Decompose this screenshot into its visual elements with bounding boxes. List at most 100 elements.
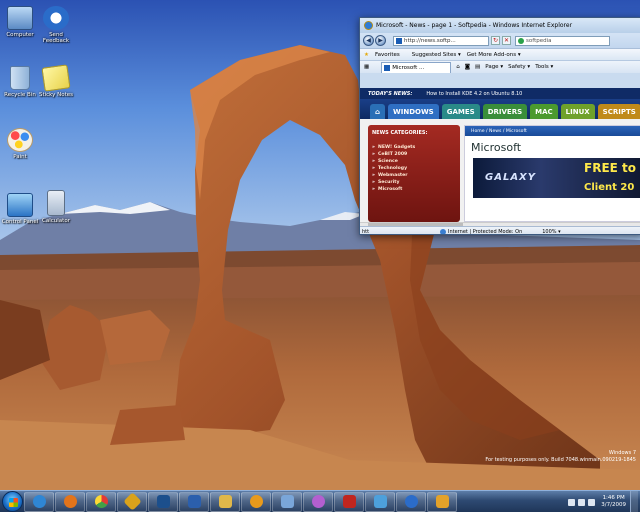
- feedback-icon: [43, 6, 69, 30]
- taskbar-button[interactable]: [179, 491, 209, 512]
- tab-scripts[interactable]: SCRIPTS: [597, 104, 640, 119]
- category-link[interactable]: Webmaster: [372, 172, 456, 179]
- windows-logo-icon: [9, 498, 18, 507]
- categories-title: NEWS CATEGORIES:: [372, 130, 428, 136]
- word-icon: [187, 495, 201, 508]
- address-bar[interactable]: http://news.softp...: [393, 35, 489, 46]
- desktop-icon-sticky-notes[interactable]: Sticky Notes: [36, 64, 76, 98]
- zoom-level[interactable]: 100% ▾: [542, 229, 560, 235]
- advertisement-banner[interactable]: GALAXY FREE to Client 20: [473, 158, 640, 198]
- suggested-sites-button[interactable]: Suggested Sites ▾: [412, 52, 461, 58]
- favorites-label: Favorites: [374, 51, 400, 58]
- headline-link[interactable]: How to Install KDE 4.2 on Ubuntu 8.10: [426, 91, 522, 97]
- flag-icon[interactable]: [568, 498, 576, 506]
- taskbar-button[interactable]: [148, 491, 178, 512]
- volume-icon[interactable]: [588, 498, 596, 506]
- taskbar: 1:46 PM 3/7/2009: [0, 490, 640, 512]
- taskbar-button[interactable]: [303, 491, 333, 512]
- taskbar-button[interactable]: [427, 491, 457, 512]
- taskbar-button[interactable]: [272, 491, 302, 512]
- search-text: softpedia: [526, 37, 552, 44]
- desktop-icon-computer[interactable]: Computer: [0, 6, 40, 38]
- taskbar-button[interactable]: [334, 491, 364, 512]
- tab-home[interactable]: ⌂: [370, 104, 386, 119]
- winamp-icon: [122, 492, 142, 511]
- search-box[interactable]: softpedia: [515, 35, 610, 46]
- desktop-icon-send-feedback[interactable]: Send Feedback: [36, 6, 76, 44]
- category-link[interactable]: Science: [372, 158, 456, 165]
- taskbar-button[interactable]: [396, 491, 426, 512]
- network-icon[interactable]: [578, 498, 586, 506]
- calculator-icon: [47, 190, 65, 216]
- tab-linux[interactable]: LINUX: [560, 104, 595, 119]
- todays-news-label: TODAY'S NEWS:: [368, 90, 413, 97]
- ie-title-bar[interactable]: Microsoft - News - page 1 - Softpedia - …: [360, 18, 640, 33]
- category-link[interactable]: CeBIT 2009: [372, 151, 456, 158]
- watermark-edition: Windows 7: [608, 450, 636, 456]
- paint-icon: [7, 128, 33, 152]
- stop-icon[interactable]: ✕: [502, 36, 511, 45]
- site-navigation-tabs: ⌂ WINDOWS GAMES DRIVERS MAC LINUX SCRIPT…: [360, 99, 640, 119]
- taskbar-button[interactable]: [86, 491, 116, 512]
- windows-watermark: Windows 7 For testing purposes only. Bui…: [485, 450, 636, 464]
- web-page-content: TODAY'S NEWS: How to Install KDE 4.2 on …: [360, 88, 640, 222]
- address-text: http://news.softp...: [404, 37, 456, 44]
- page-menu[interactable]: Page ▾: [485, 64, 503, 70]
- print-icon[interactable]: ▤: [475, 64, 480, 70]
- media-player-icon: [249, 495, 263, 508]
- favorites-button[interactable]: ★ Favorites: [364, 52, 406, 58]
- category-link[interactable]: Security: [372, 179, 456, 186]
- virtual-pc-icon: [280, 495, 294, 508]
- back-arrow-icon[interactable]: ◀: [363, 35, 374, 46]
- quick-tabs-icon[interactable]: ▦: [364, 64, 369, 70]
- browser-tab[interactable]: Microsoft ...: [381, 61, 452, 73]
- ie-window[interactable]: Microsoft - News - page 1 - Softpedia - …: [359, 17, 640, 235]
- tools-menu[interactable]: Tools ▾: [535, 64, 553, 70]
- desktop-icon-label: Sticky Notes: [38, 92, 74, 98]
- taskbar-button[interactable]: [24, 491, 54, 512]
- ie-window-title: Microsoft - News - page 1 - Softpedia - …: [376, 22, 573, 29]
- messenger-icon: [311, 495, 325, 508]
- desktop-icon-recycle-bin[interactable]: Recycle Bin: [0, 66, 40, 98]
- status-text: htt: [362, 228, 370, 235]
- taskbar-button[interactable]: [241, 491, 271, 512]
- home-icon[interactable]: ⌂: [456, 64, 460, 70]
- category-link[interactable]: Technology: [372, 165, 456, 172]
- desktop-icon-label: Calculator: [42, 218, 70, 224]
- security-zone-text[interactable]: Internet | Protected Mode: On: [448, 229, 522, 235]
- taskbar-button[interactable]: [210, 491, 240, 512]
- safety-menu[interactable]: Safety ▾: [508, 64, 530, 70]
- start-button[interactable]: [2, 491, 23, 512]
- chrome-icon: [94, 495, 108, 508]
- explorer-folder-icon: [218, 495, 232, 508]
- taskbar-button[interactable]: [55, 491, 85, 512]
- category-link[interactable]: Microsoft: [372, 186, 456, 193]
- category-link[interactable]: NEW! Gadgets: [372, 144, 456, 151]
- desktop-icon-paint[interactable]: Paint: [0, 128, 40, 160]
- page-title: Microsoft: [471, 141, 522, 154]
- clock[interactable]: 1:46 PM 3/7/2009: [601, 495, 626, 509]
- taskbar-button[interactable]: [117, 491, 147, 512]
- refresh-icon[interactable]: ↻: [491, 36, 500, 45]
- show-desktop-button[interactable]: [630, 491, 638, 512]
- clock-time: 1:46 PM: [602, 495, 625, 501]
- ad-free-text: FREE to: [584, 161, 636, 175]
- desktop-icon-control-panel[interactable]: Control Panel: [0, 193, 40, 225]
- get-addons-button[interactable]: Get More Add-ons ▾: [467, 52, 521, 58]
- forward-arrow-icon[interactable]: ▶: [375, 35, 386, 46]
- feeds-icon[interactable]: ◙: [465, 64, 470, 70]
- tab-games[interactable]: GAMES: [441, 104, 480, 119]
- breadcrumb[interactable]: Home / News / Microsoft: [465, 126, 640, 136]
- desktop-icon-calculator[interactable]: Calculator: [36, 190, 76, 224]
- sticky-notes-icon: [41, 64, 71, 92]
- control-panel-icon: [7, 193, 33, 217]
- tab-drivers[interactable]: DRIVERS: [482, 104, 528, 119]
- tab-mac[interactable]: MAC: [530, 104, 558, 119]
- remote-desktop-icon: [373, 495, 387, 508]
- search-provider-icon: [518, 37, 524, 44]
- tab-favicon-icon: [384, 64, 391, 71]
- tab-windows[interactable]: WINDOWS: [388, 104, 439, 119]
- internet-explorer-icon: [32, 495, 46, 508]
- taskbar-button[interactable]: [365, 491, 395, 512]
- ad-galaxy-logo: GALAXY: [485, 172, 537, 183]
